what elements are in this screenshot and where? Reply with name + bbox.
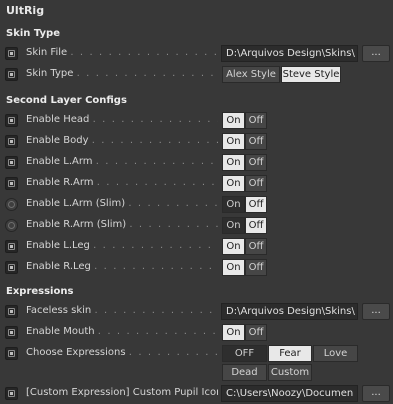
skin-file-browse-button[interactable]: ... <box>362 45 390 62</box>
keyframe-icon[interactable] <box>5 156 18 169</box>
custom-pupil-label: [Custom Expression] Custom Pupil Icon <box>26 387 218 398</box>
layer-label: Enable R.Arm (Slim) . . . . . . . . . . … <box>26 219 218 230</box>
expr-love-button[interactable]: Love <box>313 345 358 362</box>
keyframe-icon[interactable] <box>5 347 18 360</box>
layer-on-button[interactable]: On <box>222 196 245 213</box>
skin-type-label: Skin Type . . . . . . . . . . . . . . . … <box>26 68 218 79</box>
layer-off-button[interactable]: Off <box>245 175 267 192</box>
layer-off-button[interactable]: Off <box>245 259 267 276</box>
enable-mouth-label: Enable Mouth . . . . . . . . . . . . . .… <box>26 326 218 337</box>
row-layer-6: Enable L.Leg . . . . . . . . . . . . . .… <box>0 237 393 257</box>
layer-on-button[interactable]: On <box>222 175 245 192</box>
keyframe-icon[interactable] <box>5 177 18 190</box>
keyframe-icon[interactable] <box>5 240 18 253</box>
layer-on-button[interactable]: On <box>222 112 245 129</box>
skin-file-field[interactable]: D:\Arquivos Design\Skins\ <box>221 45 358 62</box>
row-layer-0: Enable Head . . . . . . . . . . . . . . … <box>0 111 393 131</box>
layer-off-button[interactable]: Off <box>245 154 267 171</box>
layer-label: Enable R.Arm . . . . . . . . . . . . . .… <box>26 177 218 188</box>
layer-off-button[interactable]: Off <box>245 217 267 234</box>
row-layer-5: Enable R.Arm (Slim) . . . . . . . . . . … <box>0 216 393 236</box>
faceless-skin-label: Faceless skin . . . . . . . . . . . . . … <box>26 305 218 316</box>
layer-on-button[interactable]: On <box>222 238 245 255</box>
layer-off-button[interactable]: Off <box>245 196 267 213</box>
skin-type-alex-button[interactable]: Alex Style <box>222 66 280 83</box>
faceless-skin-field[interactable]: D:\Arquivos Design\Skins\ <box>221 303 358 320</box>
section-second-layer: Second Layer Configs <box>6 95 127 106</box>
row-layer-3: Enable R.Arm . . . . . . . . . . . . . .… <box>0 174 393 194</box>
choose-expressions-label: Choose Expressions . . . . . . . . . . .… <box>26 347 218 358</box>
row-faceless-skin: Faceless skin . . . . . . . . . . . . . … <box>0 302 393 322</box>
expr-off-button[interactable]: OFF <box>222 345 267 362</box>
mouth-on-button[interactable]: On <box>222 324 245 341</box>
keyframe-icon[interactable] <box>5 261 18 274</box>
keyframe-icon[interactable] <box>5 326 18 339</box>
keyframe-icon[interactable] <box>5 114 18 127</box>
layer-label: Enable Body . . . . . . . . . . . . . . … <box>26 135 218 146</box>
row-enable-mouth: Enable Mouth . . . . . . . . . . . . . .… <box>0 323 393 343</box>
keyframe-icon[interactable] <box>5 68 18 81</box>
keyframe-icon[interactable] <box>5 305 18 318</box>
row-layer-7: Enable R.Leg . . . . . . . . . . . . . .… <box>0 258 393 278</box>
panel-title: UltRig <box>6 4 45 17</box>
keyframe-icon[interactable] <box>5 387 18 400</box>
layer-label: Enable L.Arm (Slim) . . . . . . . . . . … <box>26 198 218 209</box>
expr-custom-button[interactable]: Custom <box>268 364 312 381</box>
layer-on-button[interactable]: On <box>222 259 245 276</box>
layer-label: Enable R.Leg . . . . . . . . . . . . . .… <box>26 261 218 272</box>
expr-fear-button[interactable]: Fear <box>268 345 312 362</box>
row-layer-2: Enable L.Arm . . . . . . . . . . . . . .… <box>0 153 393 173</box>
row-skin-type: Skin Type . . . . . . . . . . . . . . . … <box>0 65 393 85</box>
radio-circle-icon[interactable] <box>5 219 18 232</box>
row-custom-pupil-icon: [Custom Expression] Custom Pupil Icon C:… <box>0 384 393 404</box>
skin-type-steve-button[interactable]: Steve Style <box>281 66 341 83</box>
row-layer-1: Enable Body . . . . . . . . . . . . . . … <box>0 132 393 152</box>
mouth-off-button[interactable]: Off <box>245 324 267 341</box>
layer-off-button[interactable]: Off <box>245 238 267 255</box>
layer-on-button[interactable]: On <box>222 217 245 234</box>
keyframe-icon[interactable] <box>5 135 18 148</box>
skin-file-label: Skin File . . . . . . . . . . . . . . . … <box>26 47 218 58</box>
faceless-skin-browse-button[interactable]: ... <box>362 303 390 320</box>
custom-pupil-field[interactable]: C:\Users\Noozy\Documen <box>221 385 358 402</box>
layer-label: Enable L.Leg . . . . . . . . . . . . . .… <box>26 240 218 251</box>
expr-dead-button[interactable]: Dead <box>222 364 267 381</box>
section-expressions: Expressions <box>6 286 74 297</box>
custom-pupil-browse-button[interactable]: ... <box>362 385 390 402</box>
layer-off-button[interactable]: Off <box>245 112 267 129</box>
layer-label: Enable L.Arm . . . . . . . . . . . . . .… <box>26 156 218 167</box>
section-skin-type: Skin Type <box>6 28 60 39</box>
layer-on-button[interactable]: On <box>222 133 245 150</box>
radio-circle-icon[interactable] <box>5 198 18 211</box>
row-skin-file: Skin File . . . . . . . . . . . . . . . … <box>0 44 393 64</box>
layer-label: Enable Head . . . . . . . . . . . . . . … <box>26 114 218 125</box>
layer-off-button[interactable]: Off <box>245 133 267 150</box>
row-layer-4: Enable L.Arm (Slim) . . . . . . . . . . … <box>0 195 393 215</box>
layer-on-button[interactable]: On <box>222 154 245 171</box>
keyframe-icon[interactable] <box>5 47 18 60</box>
